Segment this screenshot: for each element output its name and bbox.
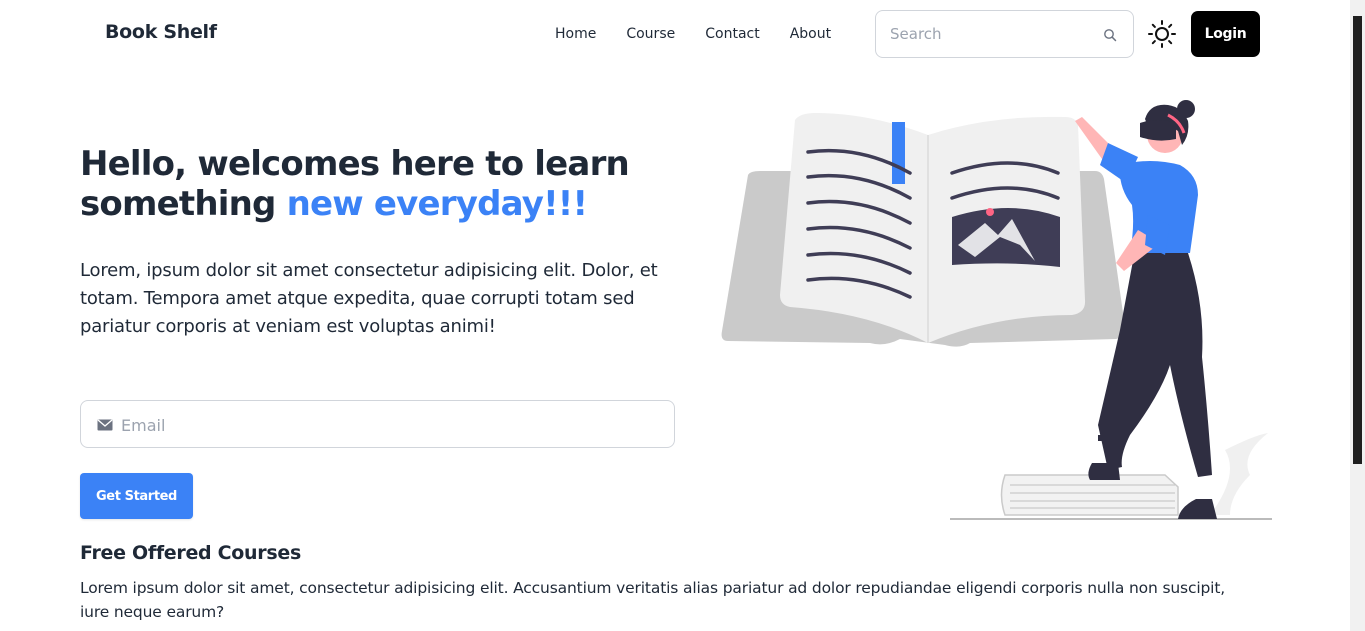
- brand-logo[interactable]: Book Shelf: [105, 21, 217, 43]
- search-icon[interactable]: [1102, 27, 1118, 43]
- hero-description: Lorem, ipsum dolor sit amet consectetur …: [80, 260, 658, 337]
- get-started-button[interactable]: Get Started: [80, 473, 193, 519]
- hero-title-accent: new everyday!!!: [286, 184, 588, 224]
- search-input[interactable]: [890, 23, 1090, 45]
- email-input[interactable]: [121, 413, 641, 437]
- navbar: Book Shelf Home Course Contact About Log…: [0, 0, 1350, 68]
- scrollbar-thumb[interactable]: [1353, 16, 1362, 464]
- mail-icon: [97, 419, 113, 431]
- nav-link-contact[interactable]: Contact: [690, 24, 774, 44]
- hero-title: Hello, welcomes here to learn something …: [80, 144, 680, 224]
- page-scrollbar[interactable]: [1350, 0, 1365, 631]
- courses-description: Lorem ipsum dolor sit amet, consectetur …: [80, 579, 1226, 621]
- courses-title: Free Offered Courses: [80, 542, 301, 564]
- search-box: [875, 10, 1134, 58]
- nav-link-about[interactable]: About: [775, 24, 846, 44]
- login-button[interactable]: Login: [1191, 11, 1260, 57]
- nav-links: Home Course Contact About: [540, 24, 846, 44]
- nav-link-home[interactable]: Home: [540, 24, 611, 44]
- nav-link-course[interactable]: Course: [611, 24, 690, 44]
- sun-icon[interactable]: [1147, 19, 1177, 49]
- hero-illustration: [721, 100, 1272, 520]
- email-field: [80, 400, 675, 448]
